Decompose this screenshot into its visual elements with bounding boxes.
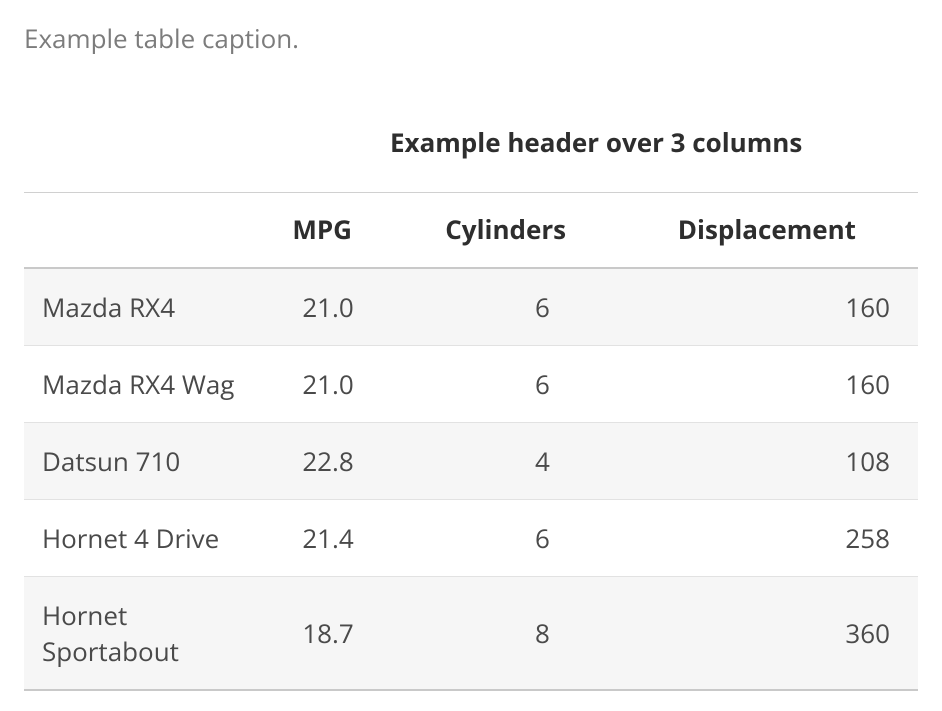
cell-cyl: 6 [435,268,650,346]
header-rowname [24,193,274,269]
cell-disp: 108 [650,423,918,500]
table-row: Mazda RX4 21.0 6 160 [24,268,918,346]
table-caption: Example table caption. [24,20,918,56]
cell-mpg: 21.0 [274,268,435,346]
cell-disp: 258 [650,500,918,577]
table-row: Hornet 4 Drive 21.4 6 258 [24,500,918,577]
table-row: Mazda RX4 Wag 21.0 6 160 [24,346,918,423]
cell-cyl: 6 [435,346,650,423]
cell-rowname: Hornet Sportabout [24,577,274,691]
cell-mpg: 21.0 [274,346,435,423]
cell-cyl: 4 [435,423,650,500]
cell-cyl: 8 [435,577,650,691]
cell-rowname: Datsun 710 [24,423,274,500]
header-disp: Displacement [650,193,918,269]
cell-mpg: 21.4 [274,500,435,577]
cell-cyl: 6 [435,500,650,577]
table-row: Datsun 710 22.8 4 108 [24,423,918,500]
cell-disp: 160 [650,268,918,346]
cell-rowname: Mazda RX4 [24,268,274,346]
table-row: Hornet Sportabout 18.7 8 360 [24,577,918,691]
cell-rowname: Hornet 4 Drive [24,500,274,577]
spanner-header: Example header over 3 columns [274,104,918,193]
cell-mpg: 18.7 [274,577,435,691]
cell-disp: 160 [650,346,918,423]
header-mpg: MPG [274,193,435,269]
cell-disp: 360 [650,577,918,691]
cell-rowname: Mazda RX4 Wag [24,346,274,423]
header-cyl: Cylinders [435,193,650,269]
cell-mpg: 22.8 [274,423,435,500]
spanner-empty [24,104,274,193]
data-table: Example header over 3 columns MPG Cylind… [24,104,918,691]
